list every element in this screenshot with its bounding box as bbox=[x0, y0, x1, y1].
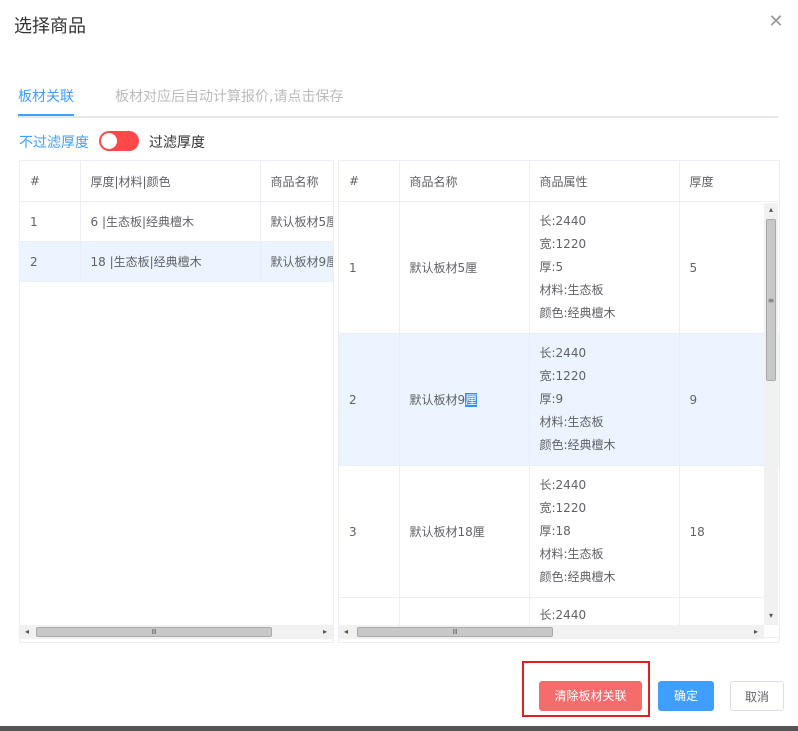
tab-board-link[interactable]: 板材关联 bbox=[18, 86, 74, 116]
no-filter-label[interactable]: 不过滤厚度 bbox=[19, 132, 89, 152]
table-header-row: # 厚度|材料|颜色 商品名称 bbox=[20, 161, 333, 202]
attr-material: 材料:生态板 bbox=[539, 415, 604, 429]
cell-product-name: 默认板材18厘 bbox=[399, 465, 530, 598]
scroll-thumb[interactable]: Ⅲ bbox=[357, 627, 553, 637]
close-icon[interactable]: ✕ bbox=[766, 12, 786, 32]
scroll-down-icon[interactable]: ▾ bbox=[764, 609, 778, 623]
scroll-left-icon[interactable]: ◂ bbox=[339, 625, 353, 639]
attr-material: 材料:生态板 bbox=[539, 547, 604, 561]
selected-text: 厘 bbox=[465, 393, 478, 407]
attr-length: 长:2440 bbox=[539, 346, 587, 360]
attr-thickness: 厚:9 bbox=[539, 392, 564, 406]
cell-product-attrs: 长:2440 宽:1220 厚:9 材料:生态板 颜色:经典檀木 bbox=[529, 333, 680, 466]
attr-length: 长:2440 bbox=[539, 214, 587, 228]
filter-label[interactable]: 过滤厚度 bbox=[149, 132, 205, 152]
cancel-button[interactable]: 取消 bbox=[730, 681, 784, 711]
thickness-filter-toggle[interactable] bbox=[99, 131, 139, 151]
cell-spec: 6 |生态板|经典檀木 bbox=[80, 201, 261, 242]
cell-product-attrs: 长:2440 宽:1220 厚:5 材料:生态板 颜色:经典檀木 bbox=[529, 201, 680, 334]
cell-name: 默认板材5厘 bbox=[260, 201, 333, 242]
attr-material: 材料:生态板 bbox=[539, 283, 604, 297]
name-text: 默认板材9 bbox=[409, 393, 466, 407]
attr-width: 宽:1220 bbox=[539, 369, 587, 383]
attr-color: 颜色:经典檀木 bbox=[539, 570, 616, 584]
tab-auto-quote-hint[interactable]: 板材对应后自动计算报价,请点击保存 bbox=[115, 86, 343, 114]
left-table-panel: # 厚度|材料|颜色 商品名称 1 6 |生态板|经典檀木 默认板材5厘 2 1… bbox=[19, 160, 334, 643]
bottom-edge bbox=[0, 726, 798, 731]
cell-index: 3 bbox=[339, 465, 400, 598]
cell-product-attrs: 长:2440 宽:1220 厚:18 材料:生态板 颜色:经典檀木 bbox=[529, 465, 680, 598]
tab-bar: 板材关联 板材对应后自动计算报价,请点击保存 bbox=[18, 86, 778, 118]
table-row[interactable]: 3 默认板材18厘 长:2440 宽:1220 厚:18 材料:生态板 颜色:经… bbox=[339, 465, 779, 598]
col-name: 商品名称 bbox=[260, 161, 333, 202]
product-table: # 商品名称 商品属性 厚度 1 默认板材5厘 长:2440 宽:1220 厚:… bbox=[339, 161, 779, 638]
attr-thickness: 厚:18 bbox=[539, 524, 571, 538]
scroll-up-icon[interactable]: ▴ bbox=[764, 203, 778, 217]
scroll-left-icon[interactable]: ◂ bbox=[20, 625, 34, 639]
cell-product-name: 默认板材9厘 bbox=[399, 333, 530, 466]
col-thickness: 厚度 bbox=[679, 161, 779, 202]
table-row-selected[interactable]: 2 默认板材9厘 长:2440 宽:1220 厚:9 材料:生态板 颜色:经典檀… bbox=[339, 333, 779, 466]
left-horizontal-scrollbar[interactable]: ◂ Ⅲ ▸ bbox=[20, 625, 333, 639]
scroll-right-icon[interactable]: ▸ bbox=[318, 625, 332, 639]
dialog-title: 选择商品 bbox=[14, 16, 86, 37]
right-table-panel: # 商品名称 商品属性 厚度 1 默认板材5厘 长:2440 宽:1220 厚:… bbox=[338, 160, 780, 643]
cell-name: 默认板材9厘 bbox=[260, 241, 333, 282]
toggle-knob bbox=[101, 133, 117, 149]
attr-length: 长:2440 bbox=[539, 478, 587, 492]
cell-index: 1 bbox=[339, 201, 400, 334]
table-row[interactable]: 1 6 |生态板|经典檀木 默认板材5厘 bbox=[20, 201, 333, 242]
table-row[interactable]: 1 默认板材5厘 长:2440 宽:1220 厚:5 材料:生态板 颜色:经典檀… bbox=[339, 201, 779, 334]
cell-product-name: 默认板材5厘 bbox=[399, 201, 530, 334]
attr-color: 颜色:经典檀木 bbox=[539, 438, 616, 452]
col-index: # bbox=[20, 161, 81, 202]
col-spec: 厚度|材料|颜色 bbox=[80, 161, 261, 202]
cell-index: 2 bbox=[20, 241, 81, 282]
table-header-row: # 商品名称 商品属性 厚度 bbox=[339, 161, 779, 202]
confirm-button[interactable]: 确定 bbox=[658, 681, 714, 711]
cell-index: 2 bbox=[339, 333, 400, 466]
scroll-thumb[interactable]: ≡ bbox=[766, 219, 776, 381]
col-product-name: 商品名称 bbox=[399, 161, 530, 202]
select-product-dialog: 选择商品 ✕ 板材关联 板材对应后自动计算报价,请点击保存 不过滤厚度 过滤厚度… bbox=[0, 0, 798, 727]
cell-index: 1 bbox=[20, 201, 81, 242]
cell-spec: 18 |生态板|经典檀木 bbox=[80, 241, 261, 282]
attr-width: 宽:1220 bbox=[539, 237, 587, 251]
col-index: # bbox=[339, 161, 400, 202]
col-product-attrs: 商品属性 bbox=[529, 161, 680, 202]
attr-length: 长:2440 bbox=[539, 608, 587, 622]
scroll-thumb[interactable]: Ⅲ bbox=[36, 627, 272, 637]
board-table: # 厚度|材料|颜色 商品名称 1 6 |生态板|经典檀木 默认板材5厘 2 1… bbox=[20, 161, 333, 282]
attr-color: 颜色:经典檀木 bbox=[539, 306, 616, 320]
right-horizontal-scrollbar[interactable]: ◂ Ⅲ ▸ bbox=[339, 625, 764, 639]
table-row-selected[interactable]: 2 18 |生态板|经典檀木 默认板材9厘 bbox=[20, 241, 333, 282]
attr-thickness: 厚:5 bbox=[539, 260, 564, 274]
attr-width: 宽:1220 bbox=[539, 501, 587, 515]
scroll-right-icon[interactable]: ▸ bbox=[749, 625, 763, 639]
clear-board-link-button[interactable]: 清除板材关联 bbox=[539, 681, 642, 711]
right-vertical-scrollbar[interactable]: ▴ ≡ ▾ bbox=[764, 203, 778, 625]
